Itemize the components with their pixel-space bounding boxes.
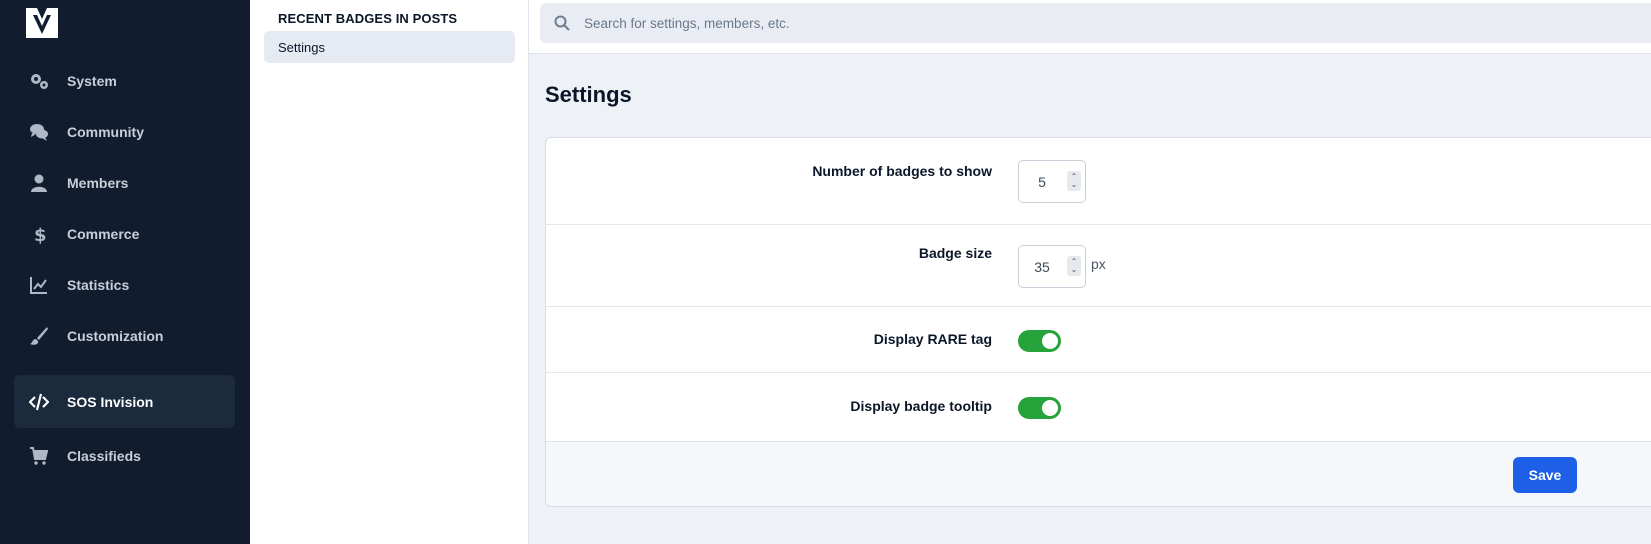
top-bar (529, 0, 1651, 54)
comments-icon (28, 121, 50, 143)
search-bar[interactable] (540, 3, 1651, 43)
nav-item-label: Community (67, 123, 144, 140)
chevron-down-icon[interactable]: ⌄ (1071, 266, 1078, 274)
field-label: Number of badges to show (812, 163, 992, 179)
sub-menu-item-settings[interactable]: Settings (264, 31, 515, 63)
field-label: Display RARE tag (873, 331, 992, 347)
form-row-badge-size: Badge size 35 ⌃ ⌄ px (546, 225, 1651, 307)
form-row-rare-tag: Display RARE tag (546, 307, 1651, 373)
nav-item-customization[interactable]: Customization (14, 309, 235, 362)
number-value: 5 (1038, 173, 1046, 190)
nav-item-system[interactable]: System (14, 54, 235, 107)
save-button[interactable]: Save (1513, 457, 1577, 493)
toggle-knob (1042, 400, 1058, 416)
nav-item-community[interactable]: Community (14, 105, 235, 158)
badge-size-input[interactable]: 35 ⌃ ⌄ (1018, 245, 1086, 288)
nav-item-classifieds[interactable]: Classifieds (14, 429, 235, 482)
nav-item-label: Classifieds (67, 447, 141, 464)
main-nav: System Community Members $ Commerce Stat… (0, 0, 250, 544)
page-title: Settings (545, 82, 632, 107)
form-row-badges-count: Number of badges to show 5 ⌃ ⌄ (546, 138, 1651, 225)
number-stepper[interactable]: ⌃ ⌄ (1067, 256, 1081, 276)
search-icon (554, 15, 570, 31)
tooltip-toggle[interactable] (1018, 397, 1061, 419)
logo-icon[interactable] (26, 8, 58, 38)
sub-menu: RECENT BADGES IN POSTS Settings (250, 0, 529, 544)
settings-form: Number of badges to show 5 ⌃ ⌄ Badge size… (545, 137, 1651, 507)
unit-suffix: px (1091, 256, 1106, 272)
nav-item-label: System (67, 72, 117, 89)
nav-item-label: Statistics (67, 276, 130, 293)
gears-icon (28, 70, 50, 92)
field-label: Badge size (918, 245, 992, 261)
sub-menu-header: RECENT BADGES IN POSTS (278, 11, 458, 26)
nav-item-members[interactable]: Members (14, 156, 235, 209)
nav-item-label: Members (67, 174, 129, 191)
rare-tag-toggle[interactable] (1018, 330, 1061, 352)
nav-item-label: Commerce (67, 225, 140, 242)
number-value: 35 (1034, 258, 1050, 275)
nav-item-sos-invision[interactable]: SOS Invision (14, 375, 235, 428)
toggle-knob (1042, 333, 1058, 349)
chart-line-icon (28, 274, 50, 296)
number-stepper[interactable]: ⌃ ⌄ (1067, 171, 1081, 191)
chevron-down-icon[interactable]: ⌄ (1071, 181, 1078, 189)
form-row-tooltip: Display badge tooltip (546, 373, 1651, 442)
nav-item-commerce[interactable]: $ Commerce (14, 207, 235, 260)
nav-item-label: SOS Invision (67, 393, 154, 410)
code-icon (28, 391, 50, 413)
badges-count-input[interactable]: 5 ⌃ ⌄ (1018, 160, 1086, 203)
svg-text:$: $ (34, 225, 47, 244)
cart-icon (28, 445, 50, 467)
user-icon (28, 172, 50, 194)
form-footer: Save (546, 442, 1651, 506)
dollar-icon: $ (28, 223, 50, 245)
nav-item-label: Customization (67, 327, 164, 344)
paintbrush-icon (28, 325, 50, 347)
field-label: Display badge tooltip (850, 398, 992, 414)
nav-item-statistics[interactable]: Statistics (14, 258, 235, 311)
search-input[interactable] (584, 15, 1584, 31)
